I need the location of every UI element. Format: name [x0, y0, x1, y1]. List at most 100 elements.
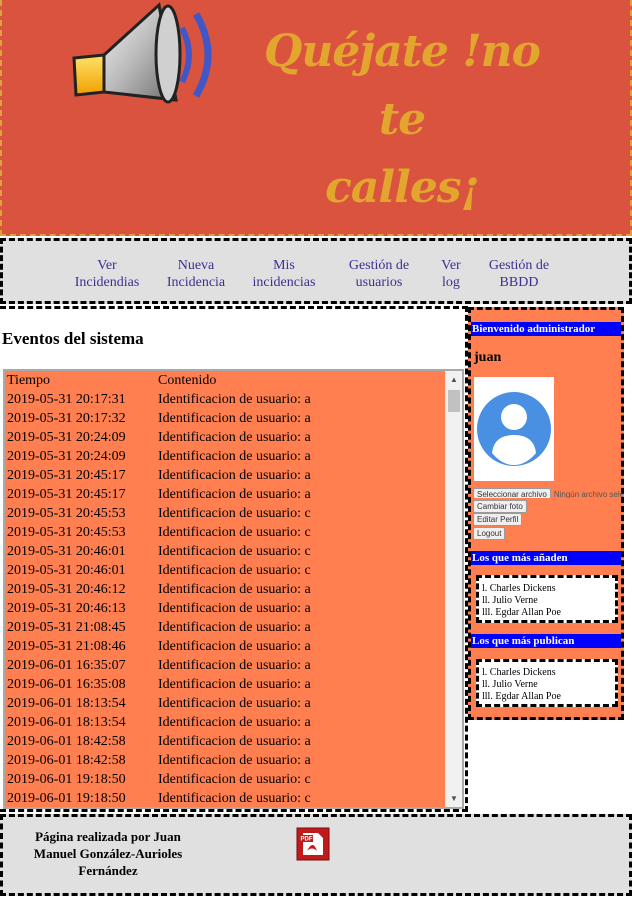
- nav-label[interactable]: Incidendias: [71, 274, 143, 291]
- nav-label[interactable]: Gestión de: [341, 257, 417, 274]
- log-content: Identificacion de usuario: c: [158, 525, 311, 540]
- svg-text:PDF: PDF: [301, 837, 313, 843]
- log-content: Identificacion de usuario: a: [158, 753, 311, 768]
- log-row: 2019-05-31 20:46:01 Identificacion de usu…: [5, 561, 462, 580]
- log-time: 2019-05-31 20:46:12: [7, 582, 126, 597]
- log-time: 2019-06-01 18:13:54: [7, 696, 126, 711]
- column-header-contenido: Contenido: [158, 373, 217, 388]
- slogan-line-2: calles¡: [325, 162, 480, 213]
- welcome-banner: Bienvenido administrador: [471, 322, 621, 336]
- nav-label[interactable]: log: [435, 274, 467, 291]
- log-content: Identificacion de usuario: a: [158, 411, 311, 426]
- nav-label[interactable]: Nueva: [161, 257, 231, 274]
- top-adders-list: l. Charles Dickens ll. Julio Verne lll. …: [476, 575, 618, 623]
- log-row: 2019-06-01 18:42:58 Identificacion de usu…: [5, 751, 462, 770]
- log-header-row: Tiempo Contenido: [5, 371, 462, 390]
- log-content: Identificacion de usuario: a: [158, 582, 311, 597]
- log-time: 2019-05-31 20:45:17: [7, 468, 126, 483]
- log-time: 2019-06-01 16:35:07: [7, 658, 126, 673]
- log-time: 2019-06-01 19:18:50: [7, 772, 126, 787]
- username: juan: [474, 350, 502, 365]
- top-adders-title: Los que más añaden: [471, 551, 621, 565]
- site-header: Quéjate !no te calles¡: [0, 0, 632, 236]
- log-time: 2019-05-31 20:45:53: [7, 525, 126, 540]
- column-header-tiempo: Tiempo: [7, 373, 51, 388]
- log-content: Identificacion de usuario: a: [158, 449, 311, 464]
- main-nav: Ver Incidendias Nueva Incidencia Mis inc…: [0, 238, 632, 304]
- log-row: 2019-05-31 20:17:32 Identificacion de usu…: [5, 409, 462, 428]
- nav-mis-incidencias[interactable]: Mis incidencias: [245, 257, 323, 291]
- log-time: 2019-05-31 20:24:09: [7, 430, 126, 445]
- top-publishers-list: l. Charles Dickens ll. Julio Verne lll. …: [476, 659, 618, 707]
- log-row: 2019-05-31 20:45:17 Identificacion de usu…: [5, 466, 462, 485]
- log-content: Identificacion de usuario: c: [158, 544, 311, 559]
- log-row: 2019-06-01 18:13:54 Identificacion de usu…: [5, 694, 462, 713]
- log-content: Identificacion de usuario: c: [158, 506, 311, 521]
- nav-label[interactable]: incidencias: [245, 274, 323, 291]
- log-row: 2019-05-31 20:45:53 Identificacion de usu…: [5, 523, 462, 542]
- log-row: 2019-05-31 20:46:12 Identificacion de usu…: [5, 580, 462, 599]
- avatar: [474, 377, 554, 481]
- user-sidebar: Bienvenido administrador juan Selecciona…: [468, 307, 624, 720]
- nav-label[interactable]: Incidencia: [161, 274, 231, 291]
- log-time: 2019-05-31 20:46:13: [7, 601, 126, 616]
- log-row: 2019-06-01 18:13:54 Identificacion de usu…: [5, 713, 462, 732]
- nav-label[interactable]: Mis: [245, 257, 323, 274]
- log-content: Identificacion de usuario: a: [158, 677, 311, 692]
- log-time: 2019-06-01 18:42:58: [7, 753, 126, 768]
- edit-profile-button[interactable]: Editar Perfil: [473, 513, 523, 526]
- scroll-thumb[interactable]: [448, 390, 460, 412]
- list-item: l. Charles Dickens: [482, 583, 556, 594]
- log-row: 2019-06-01 16:35:08 Identificacion de usu…: [5, 675, 462, 694]
- log-row: 2019-05-31 20:46:13 Identificacion de usu…: [5, 599, 462, 618]
- log-content: Identificacion de usuario: a: [158, 658, 311, 673]
- nav-gestion-usuarios[interactable]: Gestión de usuarios: [341, 257, 417, 291]
- change-photo-button[interactable]: Cambiar foto: [473, 500, 527, 513]
- nav-label[interactable]: BBDD: [481, 274, 557, 291]
- list-item: lll. Egdar Allan Poe: [482, 691, 561, 702]
- nav-label[interactable]: Ver: [435, 257, 467, 274]
- list-item: ll. Julio Verne: [482, 595, 538, 606]
- top-publishers-title: Los que más publican: [471, 634, 621, 648]
- log-row: 2019-06-01 19:18:50 Identificacion de usu…: [5, 770, 462, 789]
- log-time: 2019-06-01 16:35:08: [7, 677, 126, 692]
- log-row: 2019-05-31 20:17:31 Identificacion de usu…: [5, 390, 462, 409]
- log-time: 2019-05-31 20:46:01: [7, 544, 126, 559]
- select-file-button[interactable]: Seleccionar archivo: [473, 488, 551, 498]
- log-row: 2019-06-01 16:35:07 Identificacion de usu…: [5, 656, 462, 675]
- log-time: 2019-05-31 21:08:45: [7, 620, 126, 635]
- nav-nueva-incidencia[interactable]: Nueva Incidencia: [161, 257, 231, 291]
- log-time: 2019-05-31 20:45:53: [7, 506, 126, 521]
- log-time: 2019-06-01 19:18:50: [7, 791, 126, 806]
- log-rows: 2019-05-31 20:17:31 Identificacion de usu…: [5, 390, 462, 807]
- nav-gestion-bbdd[interactable]: Gestión de BBDD: [481, 257, 557, 291]
- log-content: Identificacion de usuario: c: [158, 563, 311, 578]
- megaphone-speaker-icon: [72, 2, 212, 104]
- log-content: Identificacion de usuario: a: [158, 487, 311, 502]
- log-row: 2019-05-31 20:45:17 Identificacion de usu…: [5, 485, 462, 504]
- log-time: 2019-05-31 20:24:09: [7, 449, 126, 464]
- log-row: 2019-05-31 21:08:46 Identificacion de usu…: [5, 637, 462, 656]
- log-row: 2019-06-01 18:42:58 Identificacion de usu…: [5, 732, 462, 751]
- log-time: 2019-05-31 20:46:01: [7, 563, 126, 578]
- log-time: 2019-06-01 18:42:58: [7, 734, 126, 749]
- nav-ver-log[interactable]: Ver log: [435, 257, 467, 291]
- log-time: 2019-05-31 20:45:17: [7, 487, 126, 502]
- file-status-text: Ningún archivo seleccionado: [553, 490, 623, 498]
- log-row: 2019-05-31 20:24:09 Identificacion de usu…: [5, 447, 462, 466]
- nav-label[interactable]: Gestión de: [481, 257, 557, 274]
- site-footer: Página realizada por Juan Manuel Gonzále…: [0, 814, 632, 896]
- logout-button[interactable]: Logout: [473, 527, 506, 540]
- nav-label[interactable]: usuarios: [341, 274, 417, 291]
- scroll-down-arrow-icon[interactable]: ▼: [446, 790, 462, 807]
- nav-ver-incidencias[interactable]: Ver Incidendias: [71, 257, 143, 291]
- log-scrollbar[interactable]: ▲ ▼: [445, 371, 462, 807]
- log-time: 2019-05-31 21:08:46: [7, 639, 126, 654]
- log-content: Identificacion de usuario: a: [158, 715, 311, 730]
- list-item: l. Charles Dickens: [482, 667, 556, 678]
- event-log-listbox[interactable]: Tiempo Contenido 2019-05-31 20:17:31 Iden…: [3, 369, 464, 809]
- scroll-up-arrow-icon[interactable]: ▲: [446, 371, 462, 388]
- nav-label[interactable]: Ver: [71, 257, 143, 274]
- main-content: Eventos del sistema Tiempo Contenido 201…: [0, 306, 468, 812]
- pdf-document-icon[interactable]: PDF: [296, 827, 330, 861]
